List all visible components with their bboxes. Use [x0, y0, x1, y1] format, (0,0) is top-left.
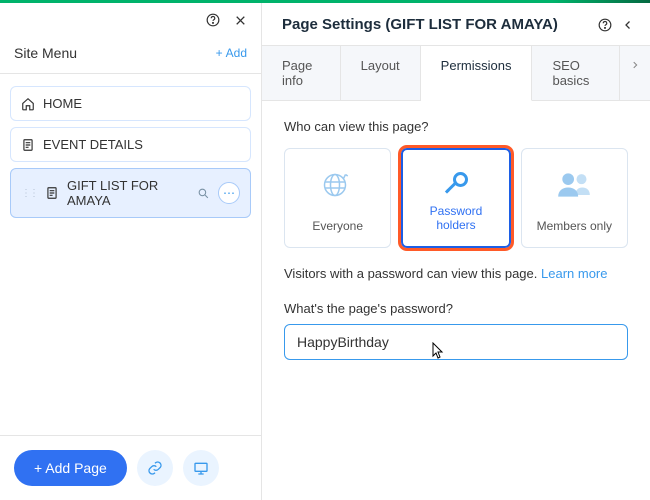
description-text: Visitors with a password can view this p…: [284, 266, 537, 281]
card-label: Members only: [537, 219, 612, 233]
plus-icon: +: [216, 46, 223, 60]
chevron-left-icon[interactable]: [622, 19, 634, 31]
password-input[interactable]: [284, 324, 628, 360]
desktop-icon[interactable]: [183, 450, 219, 486]
search-icon[interactable]: [192, 182, 214, 204]
item-actions: ⋯: [192, 182, 240, 204]
permissions-content: Who can view this page? Everyone Passwor…: [262, 101, 650, 378]
card-label: Everyone: [312, 219, 363, 233]
site-menu-title: Site Menu: [14, 45, 77, 61]
right-panel: Page Settings (GIFT LIST FOR AMAYA) Page…: [262, 3, 650, 500]
right-header: Page Settings (GIFT LIST FOR AMAYA): [262, 3, 650, 45]
card-password-holders[interactable]: Password holders: [401, 148, 510, 248]
close-icon[interactable]: [234, 14, 247, 27]
home-icon: [21, 97, 35, 111]
members-icon: [554, 163, 594, 207]
tabs: Page info Layout Permissions SEO basics: [262, 45, 650, 101]
app-container: Site Menu + Add HOME EVENT DETAILS ⋮⋮: [0, 3, 650, 500]
sidebar-item-label: HOME: [43, 96, 82, 111]
document-icon: [45, 186, 59, 200]
help-icon[interactable]: [206, 13, 220, 27]
sidebar-item-event-details[interactable]: EVENT DETAILS: [10, 127, 251, 162]
more-actions-icon[interactable]: ⋯: [218, 182, 240, 204]
card-members-only[interactable]: Members only: [521, 148, 628, 248]
chevron-right-icon[interactable]: [620, 46, 650, 100]
tab-layout[interactable]: Layout: [341, 46, 421, 100]
globe-icon: [320, 163, 356, 207]
tab-seo-basics[interactable]: SEO basics: [532, 46, 620, 100]
permission-description: Visitors with a password can view this p…: [284, 266, 628, 281]
view-question: Who can view this page?: [284, 119, 628, 134]
add-menu-button[interactable]: + Add: [216, 46, 247, 60]
sidebar-item-label: GIFT LIST FOR AMAYA: [67, 178, 184, 208]
document-icon: [21, 138, 35, 152]
tab-page-info[interactable]: Page info: [262, 46, 341, 100]
drag-handle-icon[interactable]: ⋮⋮: [21, 188, 37, 199]
add-label: Add: [226, 46, 247, 60]
card-label: Password holders: [409, 204, 502, 232]
sidebar-item-gift-list[interactable]: ⋮⋮ GIFT LIST FOR AMAYA ⋯: [10, 168, 251, 218]
permission-cards: Everyone Password holders Members only: [284, 148, 628, 248]
sidebar-item-home[interactable]: HOME: [10, 86, 251, 121]
learn-more-link[interactable]: Learn more: [541, 266, 607, 281]
link-icon[interactable]: [137, 450, 173, 486]
page-title: Page Settings (GIFT LIST FOR AMAYA): [282, 16, 588, 33]
key-icon: [438, 164, 474, 204]
add-page-button[interactable]: + Add Page: [14, 450, 127, 486]
site-menu-header: Site Menu + Add: [0, 35, 261, 74]
menu-list: HOME EVENT DETAILS ⋮⋮ GIFT LIST FOR AMAY…: [0, 74, 261, 435]
left-panel: Site Menu + Add HOME EVENT DETAILS ⋮⋮: [0, 3, 262, 500]
card-everyone[interactable]: Everyone: [284, 148, 391, 248]
tab-permissions[interactable]: Permissions: [421, 46, 533, 101]
help-icon[interactable]: [598, 18, 612, 32]
left-footer: + Add Page: [0, 435, 261, 500]
left-header: [0, 3, 261, 35]
sidebar-item-label: EVENT DETAILS: [43, 137, 143, 152]
password-label: What's the page's password?: [284, 301, 628, 316]
